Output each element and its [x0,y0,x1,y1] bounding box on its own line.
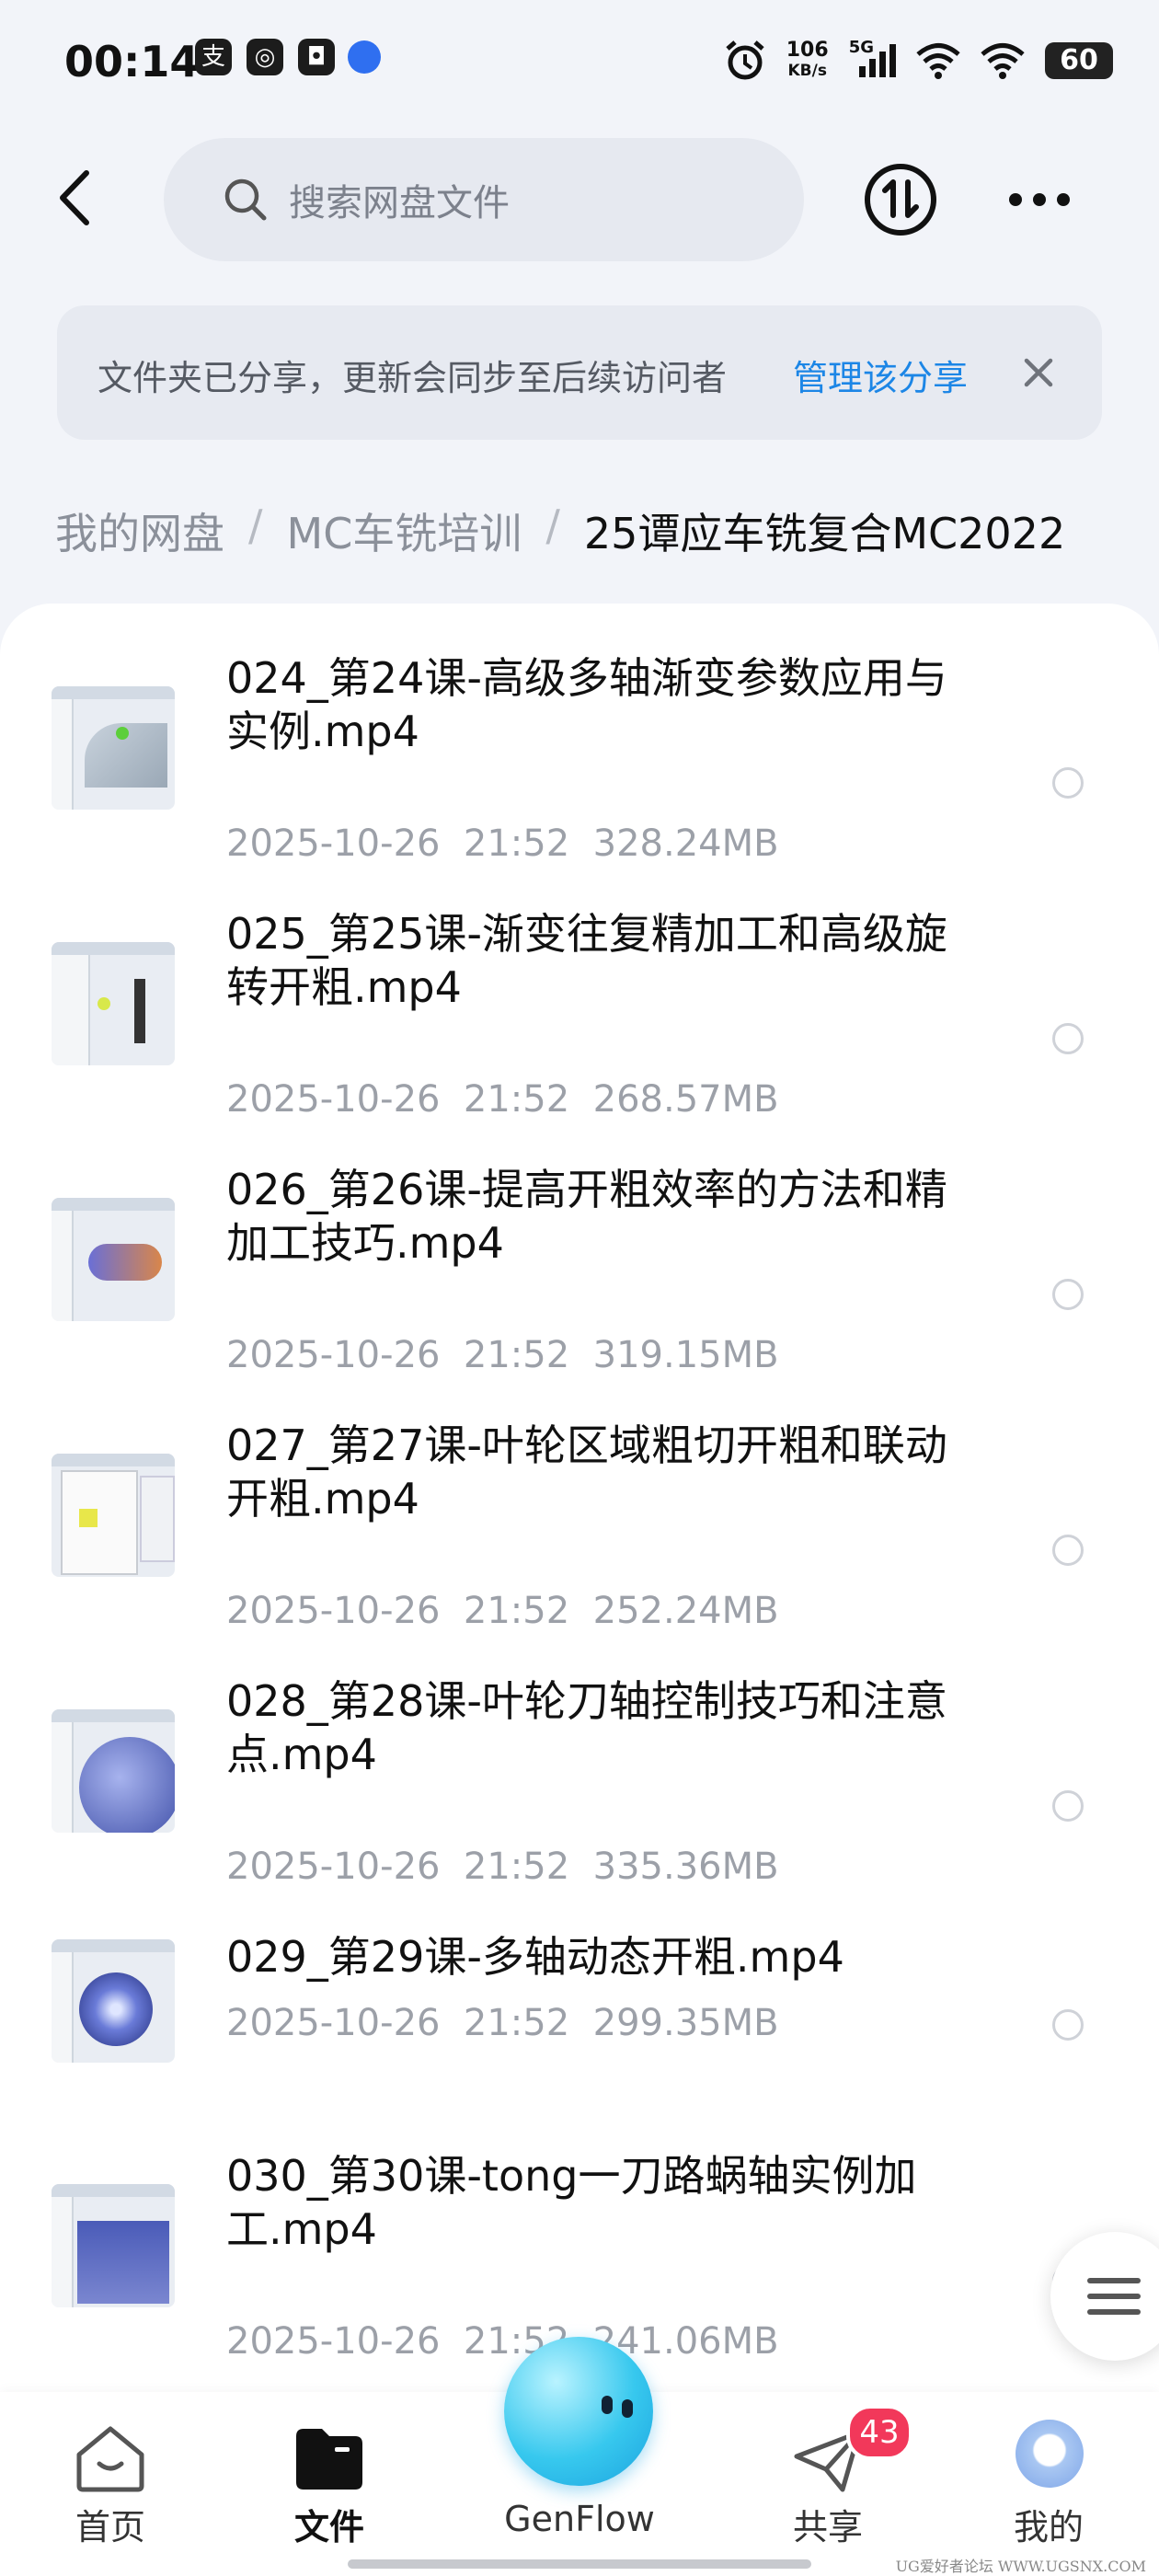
search-icon [224,178,267,221]
breadcrumb-item-parent[interactable]: MC车铣培训 [287,500,522,561]
nav-mine[interactable]: 我的 [993,2392,1104,2576]
banner-text: 文件夹已分享，更新会同步至后续访问者 [98,358,728,398]
transfer-icon [865,164,936,236]
file-meta: 2025-10-26 21:52 335.36MB [226,1846,779,1888]
home-indicator[interactable] [348,2559,811,2569]
cell-signal-icon: 5G [849,38,896,77]
genflow-eye [622,2399,633,2418]
file-meta: 2025-10-26 21:52 252.24MB [226,1590,779,1632]
manage-share-link[interactable]: 管理该分享 [793,350,968,400]
shield-app-icon: ◘ [298,39,335,75]
avatar [1016,2420,1084,2488]
close-icon [1024,358,1053,387]
more-button[interactable] [1003,177,1076,223]
app-icon: ◎ [247,39,283,75]
file-title: 027_第27课-叶轮区域粗切开粗和联动开粗.mp4 [226,1420,947,1524]
file-title: 028_第28课-叶轮刀轴控制技巧和注意点.mp4 [226,1676,947,1779]
select-radio[interactable] [1052,2009,1084,2041]
file-title: 024_第24课-高级多轴渐变参数应用与实例.mp4 [226,653,947,756]
file-item[interactable]: 026_第26课-提高开粗效率的方法和精加工技巧.mp4 2025-10-26 … [0,1163,1159,1393]
file-meta: 2025-10-26 21:52 299.35MB [226,2002,779,2044]
file-item[interactable]: 029_第29课-多轴动态开粗.mp4 2025-10-26 21:52 299… [0,1930,1159,2114]
watermark: UG爱好者论坛 WWW.UGSNX.COM [895,2558,1146,2575]
top-bar: 搜索网盘文件 [0,138,1159,261]
nav-share-label: 共享 [792,2507,863,2547]
search-input[interactable]: 搜索网盘文件 [164,138,804,261]
file-title: 029_第29课-多轴动态开粗.mp4 [226,1932,844,1982]
status-time: 00:14 [64,37,200,86]
nav-home[interactable]: 首页 [55,2392,166,2576]
status-right: 106 KB/s 5G 60 [724,33,1113,88]
breadcrumb-separator: / [545,500,560,550]
file-title: 025_第25课-渐变往复精加工和高级旋转开粗.mp4 [226,909,947,1012]
folder-icon [296,2429,362,2490]
select-radio[interactable] [1052,1535,1084,1566]
wifi-icon-2 [981,43,1025,79]
transfer-button[interactable] [863,162,938,237]
file-meta: 2025-10-26 21:52 268.57MB [226,1078,779,1121]
video-thumbnail [52,1198,175,1321]
battery-indicator: 60 [1045,42,1113,79]
nav-genflow-label: GenFlow [504,2499,655,2539]
file-title: 026_第26课-提高开粗效率的方法和精加工技巧.mp4 [226,1165,947,1268]
select-radio[interactable] [1052,1279,1084,1310]
wifi-icon [916,43,960,79]
file-item[interactable]: 028_第28课-叶轮刀轴控制技巧和注意点.mp4 2025-10-26 21:… [0,1674,1159,1904]
status-bar: 00:14 支 ◎ ◘ 106 KB/s 5G 60 [0,0,1159,120]
breadcrumb-separator: / [248,500,263,550]
back-button[interactable] [46,166,110,230]
video-thumbnail [52,2184,175,2307]
video-thumbnail [52,686,175,810]
file-meta: 2025-10-26 21:52 241.06MB [226,2320,779,2363]
nav-home-label: 首页 [75,2507,145,2547]
file-meta: 2025-10-26 21:52 328.24MB [226,822,779,865]
file-meta: 2025-10-26 21:52 319.15MB [226,1334,779,1376]
select-radio[interactable] [1052,767,1084,799]
nav-files[interactable]: 文件 [274,2392,384,2576]
video-thumbnail [52,1939,175,2063]
file-item[interactable]: 027_第27课-叶轮区域粗切开粗和联动开粗.mp4 2025-10-26 21… [0,1419,1159,1649]
chevron-left-icon [60,170,89,225]
genflow-eye [602,2396,613,2414]
select-radio[interactable] [1052,1023,1084,1054]
menu-icon [1087,2278,1141,2283]
banner-close-button[interactable] [1014,348,1063,397]
file-item[interactable]: 024_第24课-高级多轴渐变参数应用与实例.mp4 2025-10-26 21… [0,651,1159,881]
alipay-icon: 支 [195,39,232,75]
file-list: 024_第24课-高级多轴渐变参数应用与实例.mp4 2025-10-26 21… [0,604,1159,2398]
net-speed: 106 KB/s [786,39,829,81]
genflow-button[interactable] [504,2337,653,2486]
breadcrumb-item-current: 25谭应车铣复合MC2022 [583,509,1066,558]
select-radio[interactable] [1052,1790,1084,1822]
nav-files-label: 文件 [293,2507,364,2547]
alarm-icon [726,40,764,80]
breadcrumb: 我的网盘 / MC车铣培训 / 25谭应车铣复合MC2022 [55,500,1065,561]
share-banner: 文件夹已分享，更新会同步至后续访问者 管理该分享 [57,305,1102,440]
file-title: 030_第30课-tong一刀路蜗轴实例加工.mp4 [226,2151,917,2254]
video-thumbnail [52,1454,175,1577]
video-thumbnail [52,942,175,1065]
video-thumbnail [52,1709,175,1833]
file-item[interactable]: 025_第25课-渐变往复精加工和高级旋转开粗.mp4 2025-10-26 2… [0,907,1159,1137]
search-placeholder: 搜索网盘文件 [289,182,510,224]
nav-mine-label: 我的 [1013,2507,1084,2547]
breadcrumb-item-root[interactable]: 我的网盘 [55,500,224,561]
browser-icon [348,40,381,74]
more-icon [1009,193,1070,206]
share-badge: 43 [846,2405,912,2460]
home-icon [76,2426,144,2492]
